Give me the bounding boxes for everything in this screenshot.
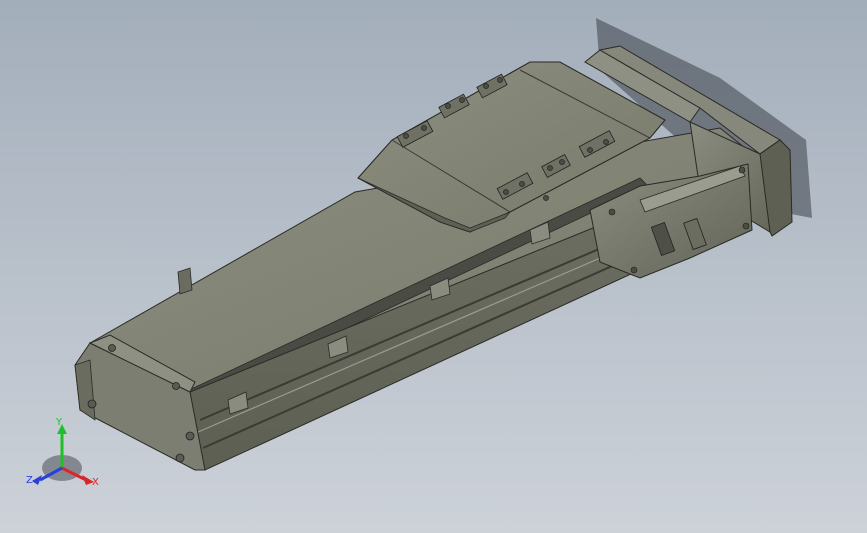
x-axis-label: X [92,477,99,488]
screw [185,431,195,441]
screw [87,399,97,409]
3d-viewport[interactable]: Y X Z [0,0,867,533]
screw [738,166,746,174]
z-axis-label: Z [26,475,33,486]
screw [608,208,616,216]
linear-actuator-model[interactable] [0,0,867,533]
screw [172,382,180,390]
screw [742,222,750,230]
y-axis-label: Y [56,417,63,428]
sensor-tab [177,267,193,295]
screw [175,453,185,463]
orientation-triad[interactable]: Y X Z [20,418,110,498]
screw [630,266,638,274]
screw [108,344,116,352]
